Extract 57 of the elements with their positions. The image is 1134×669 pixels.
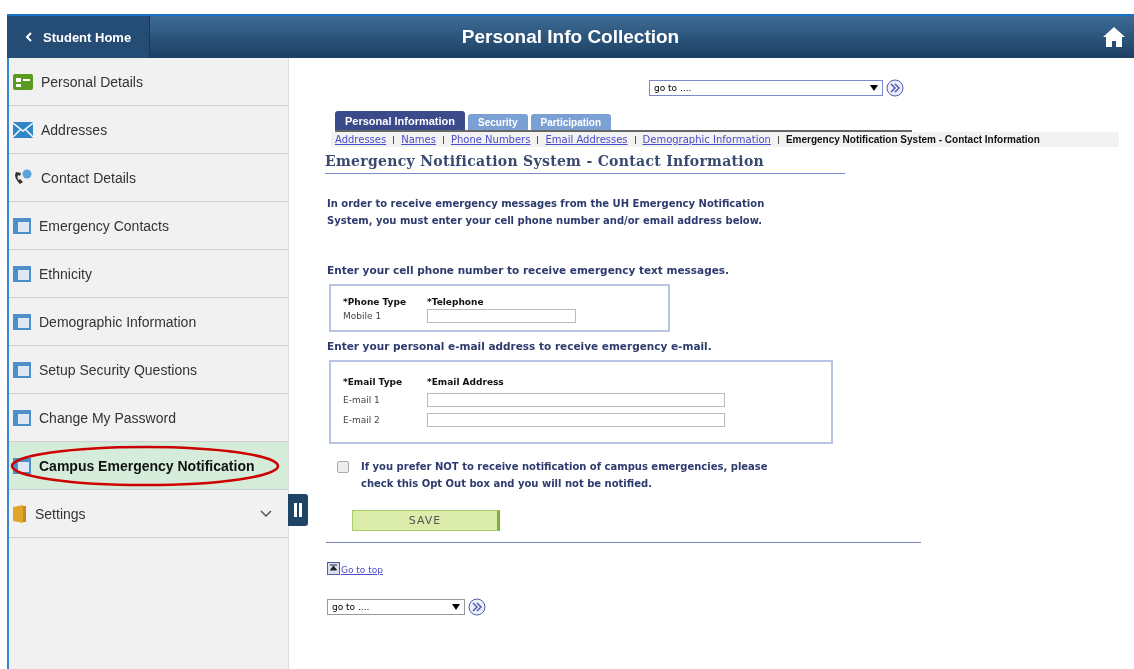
phone-type: Mobile 1	[343, 311, 382, 321]
collapse-handle[interactable]	[288, 494, 308, 526]
back-icon	[25, 32, 33, 42]
go-to-top-icon[interactable]	[327, 562, 340, 575]
opt-out-label: If you prefer NOT to receive notification of campus emergencies, please check this Opt Out box and you will not be notified.	[361, 460, 769, 491]
id-card-icon	[13, 73, 33, 90]
sidebar-item[interactable]: Settings	[9, 490, 288, 538]
chevron-down-icon	[260, 509, 272, 518]
sidebar-item[interactable]: Contact Details	[9, 154, 288, 202]
section-heading: Emergency Notification System - Contact Information	[325, 147, 845, 174]
goto-dropdown[interactable]: go to ....	[649, 80, 883, 96]
sidebar-item[interactable]: Personal Details	[9, 58, 288, 106]
intro-text: In order to receive emergency messages from the UH Emergency Notification System, you must enter your cell phone number and/or email address below.	[327, 197, 766, 228]
window-icon	[13, 361, 31, 378]
email-field[interactable]	[427, 393, 725, 407]
email-field[interactable]	[427, 413, 725, 427]
telephone-field[interactable]	[427, 309, 576, 323]
book-icon	[13, 504, 27, 523]
breadcrumb-current: Emergency Notification System - Contact Information	[785, 134, 1040, 145]
breadcrumb-link[interactable]: Phone Numbers	[450, 134, 531, 145]
go-icon[interactable]	[886, 79, 904, 97]
column-header: *Phone Type	[343, 297, 407, 307]
window-icon	[13, 409, 31, 426]
dropdown-arrow-icon	[870, 85, 878, 91]
envelope-icon	[13, 121, 33, 138]
column-header: *Email Address	[427, 377, 504, 387]
breadcrumb-link[interactable]: Names	[401, 134, 436, 145]
sidebar-item[interactable]: Setup Security Questions	[9, 346, 288, 394]
breadcrumb-link[interactable]: Demographic Information	[642, 134, 771, 145]
sidebar-item[interactable]: Ethnicity	[9, 250, 288, 298]
email-type: E-mail 1	[343, 395, 380, 405]
pause-icon	[294, 503, 302, 517]
phone-prompt: Enter your cell phone number to receive emergency text messages.	[327, 264, 731, 276]
breadcrumb-link[interactable]: Addresses	[335, 134, 387, 145]
page-title: Personal Info Collection	[461, 26, 680, 48]
window-icon	[13, 265, 31, 282]
go-to-top-link[interactable]: Go to top	[341, 565, 383, 575]
window-icon	[13, 217, 31, 234]
opt-out-checkbox[interactable]	[337, 461, 349, 473]
window-icon	[13, 313, 31, 330]
home-icon[interactable]	[1102, 26, 1126, 48]
save-button[interactable]: SAVE	[352, 510, 500, 531]
back-button[interactable]: Student Home	[7, 16, 151, 58]
go-icon[interactable]	[468, 598, 486, 616]
sidebar-item[interactable]: Demographic Information	[9, 298, 288, 346]
column-header: *Email Type	[343, 377, 403, 387]
email-type: E-mail 2	[343, 415, 380, 425]
tab[interactable]: Personal Information	[335, 111, 466, 130]
phone-icon	[13, 168, 33, 187]
sidebar-item[interactable]: Emergency Contacts	[9, 202, 288, 250]
dropdown-arrow-icon	[452, 604, 460, 610]
sidebar-item[interactable]: Addresses	[9, 106, 288, 154]
breadcrumb-link[interactable]: Email Addresses	[545, 134, 628, 145]
sidebar-item[interactable]: Campus Emergency Notification	[9, 442, 288, 490]
goto-dropdown[interactable]: go to ....	[327, 599, 465, 615]
column-header: *Telephone	[427, 297, 484, 307]
email-prompt: Enter your personal e-mail address to receive emergency e-mail.	[327, 340, 713, 352]
